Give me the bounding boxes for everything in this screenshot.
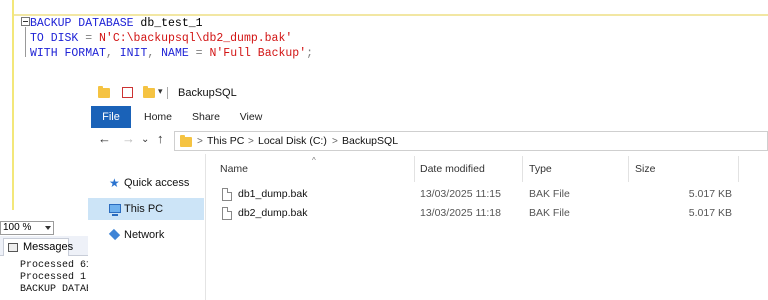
code-token: NAME — [161, 47, 196, 60]
file-date: 13/03/2025 11:18 — [420, 207, 501, 219]
messages-icon — [8, 243, 18, 252]
star-icon: ★ — [109, 176, 120, 190]
address-row: ← → ⌄ ↑ > This PC > Local Disk (C:) > Ba… — [88, 128, 768, 154]
file-icon — [222, 188, 232, 201]
column-divider[interactable] — [738, 156, 739, 182]
customize-toolbar-icon[interactable]: ▾ — [158, 86, 163, 97]
sidebar-item-label: This PC — [124, 203, 164, 215]
file-type: BAK File — [529, 188, 570, 200]
code-token: ; — [306, 47, 314, 60]
tab-messages[interactable]: Messages — [3, 238, 73, 256]
code-line-2: TO DISK = N'C:\backupsql\db2_dump.bak' — [30, 31, 292, 46]
sort-indicator-icon: ^ — [312, 156, 316, 165]
message-line: BACKUP DATABA — [20, 284, 88, 295]
file-size: 5.017 KB — [688, 188, 732, 200]
code-token: INIT — [119, 47, 148, 60]
tab-view[interactable]: View — [236, 106, 266, 128]
code-token: WITH FORMAT — [30, 47, 106, 60]
column-header-size[interactable]: Size — [635, 163, 655, 176]
code-token: = — [195, 47, 210, 60]
column-header-type[interactable]: Type — [529, 163, 552, 176]
file-explorer-window: ▾ BackupSQL File Home Share View ← → ⌄ ↑… — [88, 80, 768, 300]
file-type: BAK File — [529, 207, 570, 219]
column-divider[interactable] — [414, 156, 415, 182]
forward-button[interactable]: → — [122, 131, 135, 147]
code-token: TO DISK — [30, 32, 86, 45]
code-line-3: WITH FORMAT, INIT, NAME = N'Full Backup'… — [30, 46, 313, 61]
file-row[interactable]: db2_dump.bak 13/03/2025 11:18 BAK File 5… — [206, 204, 768, 224]
collapse-toggle-icon[interactable] — [21, 17, 30, 26]
column-header-date[interactable]: Date modified — [420, 163, 485, 176]
code-token: db_test_1 — [140, 17, 203, 30]
sidebar-item-quick-access[interactable]: ★ Quick access — [88, 172, 204, 194]
code-token: N'Full Backup' — [209, 47, 307, 60]
recent-locations-button[interactable]: ⌄ — [141, 132, 149, 148]
back-button[interactable]: ← — [98, 131, 111, 147]
tab-file[interactable]: File — [91, 106, 131, 128]
column-divider[interactable] — [628, 156, 629, 182]
sidebar-item-network[interactable]: Network — [88, 224, 204, 246]
breadcrumb-backupsql[interactable]: BackupSQL — [342, 135, 398, 148]
breadcrumb-local-disk[interactable]: Local Disk (C:) — [258, 135, 327, 148]
chevron-right-icon: > — [248, 136, 254, 147]
breadcrumb-this-pc[interactable]: This PC — [207, 135, 244, 148]
file-row[interactable]: db1_dump.bak 13/03/2025 11:15 BAK File 5… — [206, 185, 768, 205]
code-token: , — [105, 47, 120, 60]
tab-messages-label: Messages — [23, 241, 74, 253]
editor-gutter — [0, 0, 14, 210]
code-token: BACKUP DATABASE — [30, 17, 141, 30]
up-button[interactable]: ↑ — [157, 131, 164, 147]
chevron-down-icon — [45, 226, 51, 230]
sidebar-item-this-pc[interactable]: This PC — [88, 198, 204, 220]
title-bar: ▾ BackupSQL — [88, 80, 768, 106]
sidebar-item-label: Network — [124, 229, 165, 241]
fold-guide — [25, 27, 26, 57]
message-line: Processed 61 — [20, 260, 88, 271]
window-title: BackupSQL — [178, 87, 237, 99]
code-token: , — [147, 47, 162, 60]
title-separator — [167, 87, 168, 99]
properties-icon[interactable] — [122, 87, 133, 98]
chevron-right-icon: > — [332, 136, 338, 147]
results-tabbar: Messages — [0, 236, 88, 256]
zoom-value: 100 % — [3, 222, 32, 233]
file-name: db2_dump.bak — [238, 207, 308, 219]
code-token: = — [85, 32, 100, 45]
navigation-pane: ★ Quick access This PC Network — [88, 154, 205, 300]
file-size: 5.017 KB — [688, 207, 732, 219]
ribbon-tabs: File Home Share View — [88, 106, 768, 128]
zoom-select[interactable]: 100 % — [0, 221, 54, 235]
file-date: 13/03/2025 11:15 — [420, 188, 501, 200]
column-divider[interactable] — [522, 156, 523, 182]
tab-home[interactable]: Home — [140, 106, 176, 128]
message-line: Processed 1 — [20, 272, 87, 283]
address-bar[interactable]: > This PC > Local Disk (C:) > BackupSQL — [174, 131, 768, 151]
file-icon — [222, 207, 232, 220]
column-header-row: ^ Name Date modified Type Size — [206, 154, 768, 182]
code-token: N'C:\backupsql\db2_dump.bak' — [99, 32, 293, 45]
column-header-name[interactable]: Name — [220, 163, 248, 176]
sidebar-item-label: Quick access — [124, 177, 190, 189]
chevron-right-icon: > — [197, 136, 203, 147]
file-name: db1_dump.bak — [238, 188, 308, 200]
tab-share[interactable]: Share — [186, 106, 226, 128]
code-line-1: BACKUP DATABASE db_test_1 — [30, 16, 203, 31]
